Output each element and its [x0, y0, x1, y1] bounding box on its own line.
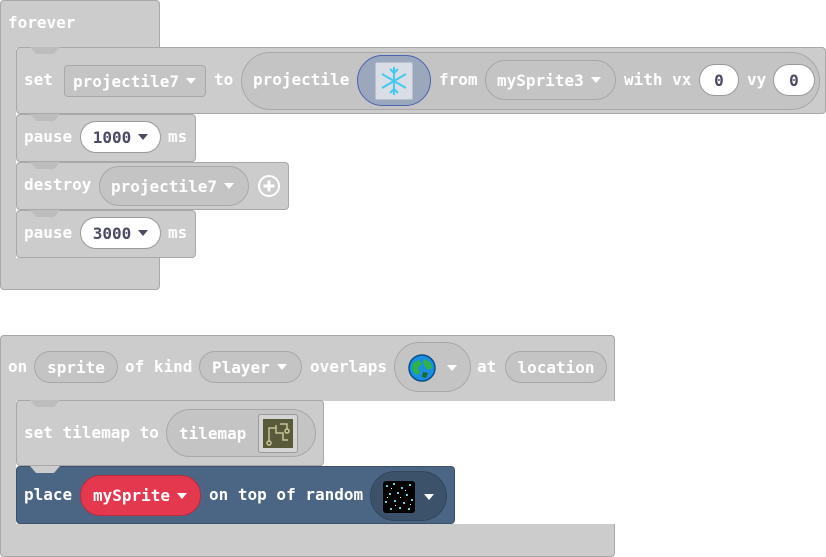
destroy-target-dropdown[interactable]: projectile7 [99, 166, 249, 206]
chevron-down-icon [177, 492, 188, 499]
tilemap-keyword: tilemap [179, 423, 247, 443]
notch [30, 466, 60, 474]
plus-circle-icon[interactable] [257, 174, 281, 198]
chevron-down-icon [138, 134, 149, 140]
pause-duration-dropdown[interactable]: 3000 [80, 217, 161, 249]
overlap-event-block-bottom [0, 524, 615, 557]
notch [30, 400, 60, 408]
pause-duration-value: 3000 [92, 223, 132, 243]
chevron-down-icon [138, 230, 149, 236]
tile-dropdown[interactable] [394, 342, 471, 392]
sprite-variable-name: mySprite [93, 486, 171, 505]
tilemap-thumbnail-icon[interactable] [258, 414, 298, 453]
vy-input[interactable]: 0 [773, 64, 815, 96]
of-kind-keyword: of kind [125, 357, 193, 376]
ms-unit: ms [168, 127, 188, 146]
kind-dropdown[interactable]: Player [199, 351, 302, 383]
chevron-down-icon [590, 77, 601, 83]
pause-keyword: pause [24, 223, 73, 242]
forever-label: forever [8, 13, 76, 32]
projectile-keyword: projectile [253, 70, 350, 89]
globe-icon [408, 354, 436, 382]
vy-keyword: vy [747, 70, 767, 89]
notch [30, 162, 60, 170]
set-tilemap-keyword: set tilemap to [24, 423, 159, 442]
with-vx-keyword: with vx [624, 70, 692, 89]
variable-dropdown[interactable]: projectile7 [64, 65, 206, 97]
destroy-target-name: projectile7 [111, 176, 217, 196]
chevron-down-icon [447, 365, 457, 371]
notch [30, 114, 60, 122]
chevron-down-icon [276, 364, 287, 370]
notch [30, 47, 60, 55]
set-keyword: set [24, 70, 53, 89]
place-keyword: place [24, 485, 73, 504]
location-param[interactable]: location [505, 351, 607, 383]
chevron-down-icon [185, 78, 196, 84]
snowflake-icon [375, 62, 413, 100]
ms-unit: ms [168, 223, 188, 242]
source-sprite-name: mySprite3 [497, 70, 584, 90]
overlap-event-block-side [0, 400, 16, 525]
starfield-tile-icon [383, 481, 415, 513]
image-field[interactable] [357, 55, 431, 106]
sprite-param[interactable]: sprite [34, 351, 118, 383]
pause-duration-dropdown[interactable]: 1000 [80, 121, 161, 153]
at-keyword: at [477, 357, 497, 376]
forever-block-side [0, 47, 16, 259]
sprite-variable-dropdown[interactable]: mySprite [80, 475, 201, 516]
destroy-keyword: destroy [24, 175, 92, 194]
vx-input[interactable]: 0 [699, 64, 739, 96]
on-top-of-random-keyword: on top of random [209, 485, 364, 504]
on-keyword: on [8, 357, 28, 376]
notch [30, 210, 60, 218]
kind-value: Player [212, 357, 270, 377]
from-keyword: from [439, 70, 478, 89]
pause-duration-value: 1000 [92, 127, 132, 147]
chevron-down-icon [223, 183, 234, 189]
to-keyword: to [214, 70, 234, 89]
chevron-down-icon [424, 494, 434, 500]
variable-name: projectile7 [73, 71, 179, 91]
tile-kind-dropdown[interactable] [370, 471, 447, 521]
overlaps-keyword: overlaps [310, 357, 388, 376]
pause-keyword: pause [24, 127, 73, 146]
forever-block-bottom [0, 258, 160, 290]
source-sprite-dropdown[interactable]: mySprite3 [485, 60, 616, 100]
notch [30, 258, 60, 266]
